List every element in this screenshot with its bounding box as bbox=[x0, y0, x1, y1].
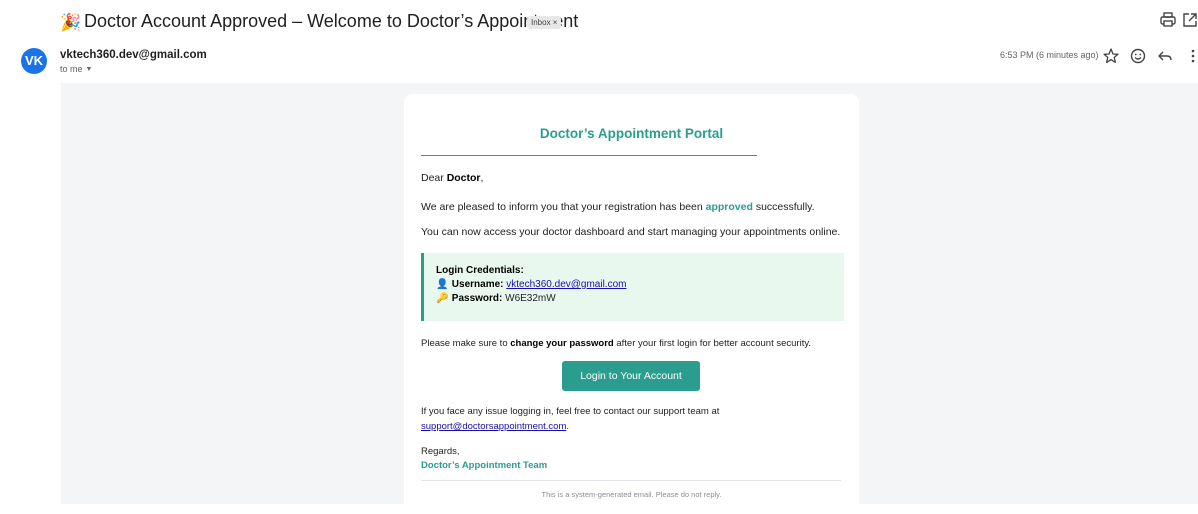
credentials-box: Login Credentials: 👤 Username: vktech360… bbox=[421, 253, 844, 321]
printer-icon[interactable] bbox=[1158, 10, 1178, 30]
password-label: Password: bbox=[451, 293, 503, 304]
regards: Regards, bbox=[421, 446, 460, 457]
received-time: 6:53 PM (6 minutes ago) bbox=[1000, 50, 1099, 60]
sender-avatar[interactable]: VK bbox=[21, 48, 47, 74]
credentials-heading: Login Credentials: bbox=[436, 265, 524, 276]
user-icon: 👤 bbox=[436, 279, 449, 290]
star-icon[interactable] bbox=[1101, 46, 1121, 66]
footer-divider bbox=[421, 480, 841, 481]
login-button[interactable]: Login to Your Account bbox=[562, 361, 700, 391]
greeting-prefix: Dear bbox=[421, 172, 447, 184]
greeting-name: Doctor bbox=[446, 172, 481, 184]
key-icon: 🔑 bbox=[436, 293, 449, 304]
open-in-new-window-icon[interactable] bbox=[1180, 10, 1198, 30]
support-email-link[interactable]: support@doctorsappointment.com bbox=[421, 421, 566, 432]
subject-row: 🎉 Doctor Account Approved – Welcome to D… bbox=[0, 0, 1198, 44]
dashboard-paragraph: You can now access your doctor dashboard… bbox=[421, 226, 841, 238]
approval-suffix: successfully. bbox=[752, 201, 815, 213]
approval-paragraph: We are pleased to inform you that your r… bbox=[421, 201, 815, 213]
support-suffix: . bbox=[566, 421, 569, 432]
support-contact: support@doctorsappointment.com. bbox=[421, 421, 569, 432]
greeting-suffix: , bbox=[480, 172, 484, 184]
email-subject: Doctor Account Approved – Welcome to Doc… bbox=[84, 11, 579, 31]
security-paragraph: Please make sure to change your password… bbox=[421, 338, 811, 349]
inbox-label-chip[interactable]: Inbox × bbox=[527, 16, 562, 29]
reply-icon[interactable] bbox=[1155, 46, 1175, 66]
team-signature: Doctor’s Appointment Team bbox=[421, 460, 548, 471]
emoji-reaction-icon[interactable] bbox=[1128, 46, 1148, 66]
party-popper-emoji: 🎉 bbox=[60, 13, 82, 32]
username-line: 👤 Username: vktech360.dev@gmail.com bbox=[436, 279, 626, 290]
password-value: W6E32mW bbox=[505, 293, 556, 304]
email-card: Doctor’s Appointment Portal Dear Doctor,… bbox=[404, 94, 859, 514]
security-prefix: Please make sure to bbox=[421, 338, 511, 349]
security-bold: change your password bbox=[510, 338, 614, 349]
support-paragraph: If you face any issue logging in, feel f… bbox=[421, 406, 720, 417]
credentials-heading-text: Login Credentials: bbox=[436, 265, 524, 276]
system-footer: This is a system-generated email. Please… bbox=[541, 490, 722, 499]
security-suffix: after your first login for better accoun… bbox=[613, 338, 812, 349]
recipient-toggle[interactable]: to me ▼ bbox=[60, 64, 92, 74]
title-divider bbox=[421, 155, 757, 156]
more-vertical-icon[interactable] bbox=[1183, 46, 1198, 66]
greeting: Dear Doctor, bbox=[421, 172, 483, 184]
recipient-label: to me bbox=[60, 64, 83, 74]
approved-highlight: approved bbox=[705, 201, 753, 213]
approval-prefix: We are pleased to inform you that your r… bbox=[421, 201, 706, 213]
sender-email[interactable]: vktech360.dev@gmail.com bbox=[60, 49, 207, 61]
username-link[interactable]: vktech360.dev@gmail.com bbox=[506, 279, 626, 290]
password-line: 🔑 Password: W6E32mW bbox=[436, 293, 556, 304]
username-label: Username: bbox=[451, 279, 504, 290]
portal-title: Doctor’s Appointment Portal bbox=[539, 126, 724, 141]
caret-down-icon: ▼ bbox=[85, 66, 93, 73]
